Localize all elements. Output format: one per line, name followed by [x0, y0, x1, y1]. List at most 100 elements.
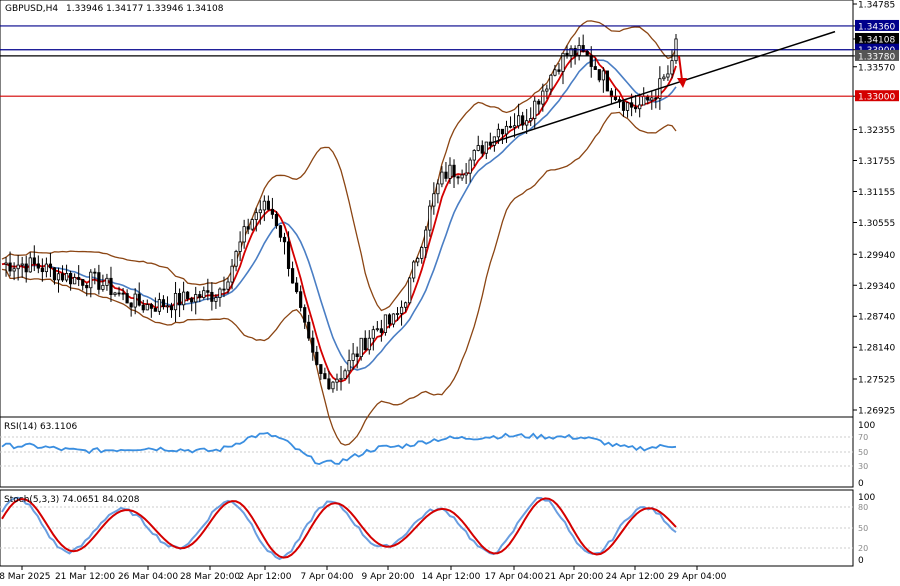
candle-body: [137, 293, 141, 306]
candle-body: [278, 225, 283, 238]
candle-body: [77, 277, 81, 280]
rsi-scale-50: 50: [858, 448, 868, 457]
candle-body: [319, 364, 323, 374]
price-label: 1.29340: [858, 282, 895, 292]
candle-body: [553, 69, 557, 76]
candle-body: [20, 263, 24, 266]
candle-body: [440, 171, 444, 185]
candle-body: [315, 351, 319, 365]
price-label: 1.26925: [858, 407, 895, 417]
candle-body: [246, 226, 250, 230]
candle-body: [642, 95, 646, 106]
time-label: 2 Apr 12:00: [239, 572, 292, 582]
candle-body: [476, 145, 480, 151]
candle-body: [165, 305, 170, 308]
stoch-scale-20: 20: [858, 544, 868, 553]
candle-body: [605, 70, 609, 92]
candle-body: [456, 176, 460, 179]
candle-body: [161, 299, 166, 307]
candle-body: [117, 292, 121, 295]
candle-body: [577, 45, 581, 56]
candle-body: [339, 377, 343, 380]
candle-body: [303, 307, 307, 323]
stoch-label: Stoch(5,3,3) 74.0651 84.0208: [4, 495, 140, 505]
candle-body: [258, 209, 262, 214]
candle-body: [601, 70, 605, 81]
candle-body: [496, 128, 501, 138]
time-label: 21 Mar 12:00: [55, 572, 115, 582]
candle-body: [85, 284, 89, 289]
candle-body: [149, 304, 153, 309]
candle-body: [153, 307, 157, 312]
candle-body: [282, 236, 287, 243]
candle-body: [646, 95, 650, 101]
candle-body: [484, 141, 488, 154]
price-panel[interactable]: [0, 0, 854, 418]
candle-body: [190, 298, 194, 303]
candle-body: [549, 74, 553, 90]
candle-body: [4, 262, 8, 265]
candle-body: [262, 200, 266, 211]
candle-body: [371, 329, 375, 339]
candle-body: [73, 277, 77, 285]
candle-body: [448, 164, 452, 179]
time-label: 9 Apr 20:00: [362, 572, 415, 582]
candle-body: [428, 205, 432, 231]
candle-body: [52, 267, 57, 281]
chart-symbol: GBPUSD,H4: [5, 4, 58, 14]
candle-body: [464, 172, 468, 176]
candle-body: [621, 101, 626, 111]
candle-body: [383, 314, 388, 333]
candle-body: [460, 174, 464, 179]
candle-body: [266, 200, 270, 210]
time-label: 24 Apr 12:00: [606, 572, 665, 582]
candle-body: [557, 69, 561, 72]
candle-body: [375, 328, 379, 331]
candle-body: [286, 241, 291, 269]
rsi-scale-0: 0: [858, 479, 864, 489]
candle-body: [597, 69, 601, 81]
candle-body: [468, 159, 472, 174]
candle-body: [238, 241, 242, 252]
candle-body: [186, 291, 190, 299]
candle-body: [545, 88, 549, 92]
candle-body: [331, 381, 335, 390]
candle-body: [589, 55, 593, 67]
candle-body: [613, 96, 618, 100]
candle-body: [121, 292, 125, 295]
candle-body: [105, 277, 109, 286]
candle-body: [56, 273, 61, 281]
candle-body: [323, 373, 327, 380]
candle-body: [412, 261, 416, 279]
candle-body: [36, 263, 40, 269]
candle-body: [363, 337, 367, 351]
candle-body: [634, 106, 638, 110]
candle-body: [210, 291, 214, 302]
candle-body: [379, 328, 383, 333]
candle-body: [206, 290, 210, 293]
price-tag: 1.33780: [858, 52, 895, 62]
time-label: 7 Apr 04:00: [301, 572, 354, 582]
chart-canvas[interactable]: 1.347851.343601.341081.339001.337801.335…: [0, 0, 900, 586]
candle-body: [250, 219, 254, 230]
candle-body: [270, 209, 275, 215]
candle-body: [650, 97, 654, 101]
time-label: 17 Apr 04:00: [485, 572, 544, 582]
candle-body: [403, 302, 408, 308]
candle-body: [521, 115, 525, 126]
candle-body: [101, 284, 105, 290]
candle-body: [387, 314, 392, 325]
candle-body: [335, 378, 339, 383]
candle-body: [452, 164, 456, 178]
candle-body: [202, 290, 206, 298]
candle-body: [198, 294, 202, 298]
candle-body: [662, 76, 666, 80]
rsi-scale: 100 70 50 30 0: [858, 421, 875, 489]
price-tag: 1.34360: [858, 22, 895, 32]
candle-body: [89, 271, 93, 289]
candle-body: [125, 293, 129, 304]
candle-body: [234, 251, 238, 267]
candle-body: [222, 288, 226, 291]
stoch-scale-80: 80: [858, 503, 868, 512]
candle-body: [500, 128, 505, 135]
